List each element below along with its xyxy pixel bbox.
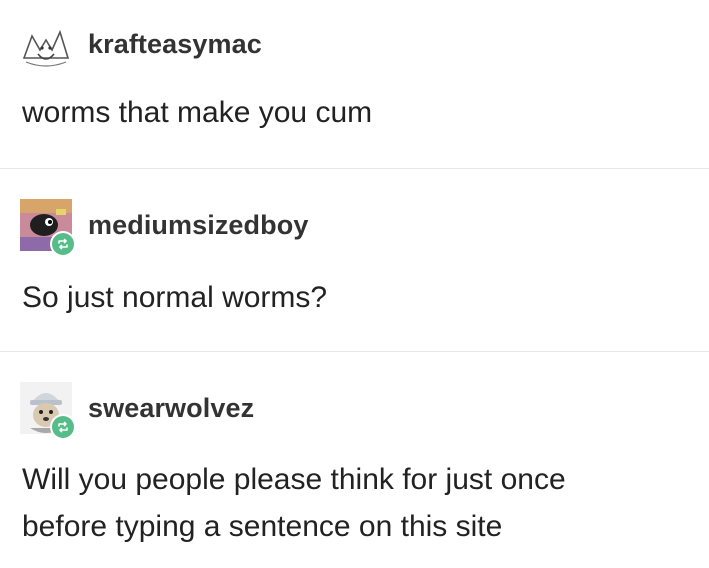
post-2-header: mediumsizedboy <box>20 199 308 257</box>
avatar[interactable] <box>20 18 72 70</box>
reblog-icon <box>58 421 68 433</box>
post-text-line: So just normal worms? <box>22 281 328 314</box>
post-text: worms that make you cum <box>22 89 689 136</box>
avatar[interactable] <box>20 382 76 440</box>
avatar[interactable] <box>20 199 76 257</box>
username[interactable]: mediumsizedboy <box>88 210 308 241</box>
post-1-header: krafteasymac <box>20 18 262 70</box>
username[interactable]: swearwolvez <box>88 393 254 424</box>
post-1: krafteasymac worms that make you cum <box>0 0 709 168</box>
post-text: Will you people please think for just on… <box>22 456 689 550</box>
post-2: mediumsizedboy So just normal worms? <box>0 169 709 351</box>
bat-sketch-avatar-icon <box>20 18 72 70</box>
post-text-line: before typing a sentence on this site <box>22 510 503 543</box>
reblog-badge <box>50 414 76 440</box>
post-text-line: Will you people please think for just on… <box>22 463 566 496</box>
reblog-badge <box>50 231 76 257</box>
reblog-icon <box>58 238 68 250</box>
post-text-line: worms that make you cum <box>22 96 373 129</box>
post-text: So just normal worms? <box>22 274 689 321</box>
username[interactable]: krafteasymac <box>88 29 262 60</box>
post-3: swearwolvez Will you people please think… <box>0 352 709 568</box>
post-3-header: swearwolvez <box>20 382 254 440</box>
